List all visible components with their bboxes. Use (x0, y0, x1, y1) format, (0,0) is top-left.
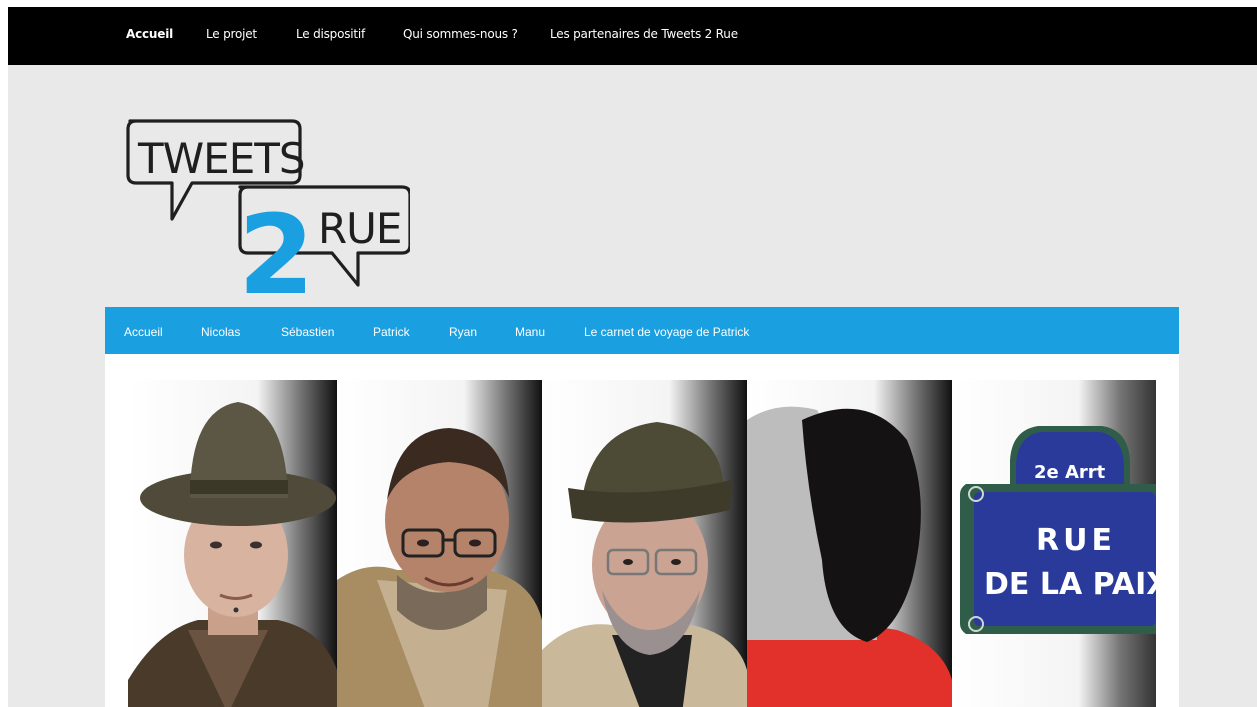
content-area: 2e Arrt RUE DE LA PAIX (105, 354, 1179, 707)
portrait-man-hat-icon (128, 380, 337, 707)
logo-text-2: 2 (238, 191, 315, 297)
logo-text-tweets: TWEETS (137, 134, 305, 183)
subnav-item-manu[interactable]: Manu (515, 325, 545, 339)
topnav-item-le-dispositif[interactable]: Le dispositif (296, 27, 365, 41)
topnav-item-partenaires[interactable]: Les partenaires de Tweets 2 Rue (550, 27, 738, 41)
top-navigation: Accueil Le projet Le dispositif Qui somm… (8, 7, 1257, 65)
street-sign-icon: 2e Arrt RUE DE LA PAIX (952, 380, 1156, 707)
banner-panel-1 (128, 380, 337, 707)
portrait-man-beanie-back-icon (747, 380, 952, 707)
banner-panel-5: 2e Arrt RUE DE LA PAIX (952, 380, 1156, 707)
portrait-man-cap-icon (542, 380, 747, 707)
portrait-man-glasses-icon (337, 380, 542, 707)
logo-text-rue: RUE (318, 204, 401, 253)
main-navigation: Accueil Nicolas Sébastien Patrick Ryan M… (105, 307, 1179, 354)
street-sign-line1: RUE (1036, 523, 1116, 558)
subnav-item-accueil[interactable]: Accueil (124, 325, 163, 339)
topnav-item-accueil[interactable]: Accueil (126, 27, 173, 41)
subnav-item-ryan[interactable]: Ryan (449, 325, 477, 339)
subnav-item-carnet-de-voyage[interactable]: Le carnet de voyage de Patrick (584, 325, 749, 339)
page: Accueil Le projet Le dispositif Qui somm… (8, 7, 1257, 707)
topnav-item-qui-sommes-nous[interactable]: Qui sommes-nous ? (403, 27, 518, 41)
subnav-item-nicolas[interactable]: Nicolas (201, 325, 240, 339)
tweets2rue-logo-icon: TWEETS RUE 2 (126, 119, 412, 319)
street-sign-arrondissement: 2e Arrt (1034, 462, 1106, 483)
site-logo[interactable]: TWEETS RUE 2 (120, 115, 412, 319)
subnav-item-patrick[interactable]: Patrick (373, 325, 410, 339)
subnav-item-sebastien[interactable]: Sébastien (281, 325, 334, 339)
topnav-item-le-projet[interactable]: Le projet (206, 27, 257, 41)
street-sign-line2: DE LA PAIX (984, 567, 1156, 602)
banner-panel-2 (337, 380, 542, 707)
banner-panel-4 (747, 380, 952, 707)
header-banner[interactable]: 2e Arrt RUE DE LA PAIX (128, 380, 1156, 707)
banner-panel-3 (542, 380, 747, 707)
